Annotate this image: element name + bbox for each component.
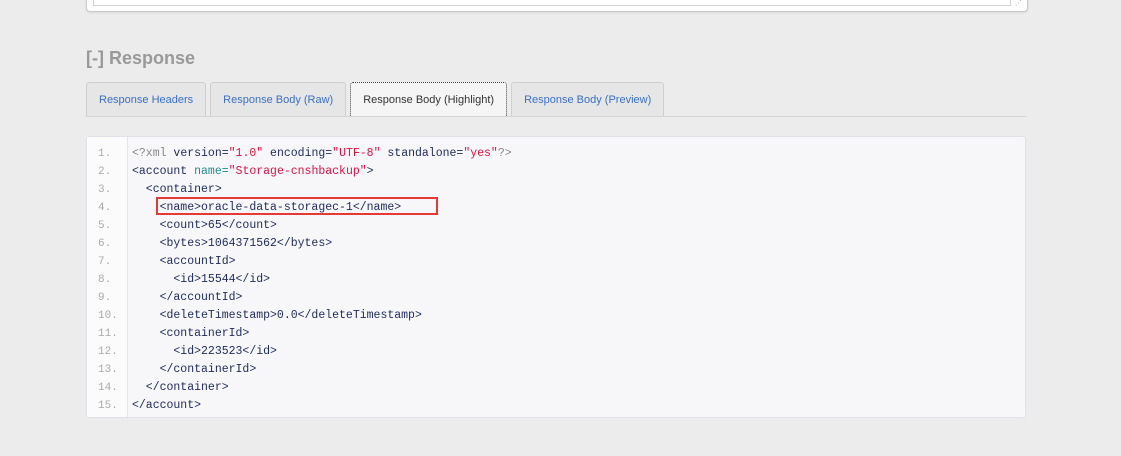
top-panel: ⋰ <box>86 0 1028 12</box>
xml-tag: > <box>366 165 374 178</box>
line-number: 9. <box>98 292 112 304</box>
xml-declaration-open: <?xml <box>132 147 167 160</box>
line-number: 3. <box>98 184 112 196</box>
xml-string: "yes" <box>463 147 498 160</box>
response-tabs: Response Headers Response Body (Raw) Res… <box>86 82 665 116</box>
code-line-13: </containerId> <box>132 363 257 376</box>
code-line-1: <?xml version="1.0" encoding="UTF-8" sta… <box>132 145 1025 163</box>
code-line-7: <accountId> <box>132 255 236 268</box>
line-number: 14. <box>98 382 118 394</box>
code-line-5: <count>65</count> <box>132 219 277 232</box>
response-heading: [-] Response <box>86 48 195 69</box>
xml-attr: encoding= <box>263 147 333 160</box>
code-line-10: <deleteTimestamp>0.0</deleteTimestamp> <box>132 309 422 322</box>
code-line-4: <name>oracle-data-storagec-1</name> <box>132 201 402 214</box>
line-number: 10. <box>98 310 118 322</box>
code-line-9: </accountId> <box>132 291 243 304</box>
line-number: 5. <box>98 220 112 232</box>
line-number: 12. <box>98 346 118 358</box>
tab-response-body-raw[interactable]: Response Body (Raw) <box>210 82 347 116</box>
code-line-14: </container> <box>132 381 229 394</box>
section-title: Response <box>109 48 196 68</box>
line-number-gutter: 1. 2. 3. 4. 5. 6. 7. 8. 9. 10. 11. 12. 1… <box>87 137 128 417</box>
line-number: 7. <box>98 256 112 268</box>
line-number: 13. <box>98 364 118 376</box>
line-number: 6. <box>98 238 112 250</box>
xml-attr: standalone= <box>380 147 464 160</box>
line-number: 4. <box>98 202 112 214</box>
top-textarea[interactable] <box>93 0 1011 6</box>
line-number: 8. <box>98 274 112 286</box>
code-line-15: </account> <box>132 399 202 412</box>
code-line-11: <containerId> <box>132 327 250 340</box>
line-number: 2. <box>98 166 112 178</box>
xml-declaration-close: ?> <box>497 147 512 160</box>
collapse-toggle[interactable]: [-] <box>86 48 104 68</box>
line-number: 11. <box>98 328 118 340</box>
code-line-6: <bytes>1064371562</bytes> <box>132 237 333 250</box>
code-line-3: <container> <box>132 183 222 196</box>
line-number: 1. <box>98 148 112 160</box>
tab-response-body-preview[interactable]: Response Body (Preview) <box>511 82 665 116</box>
tab-response-body-highlight[interactable]: Response Body (Highlight) <box>350 82 508 116</box>
xml-code: <?xml version="1.0" encoding="UTF-8" sta… <box>128 137 1025 417</box>
xml-string: "UTF-8" <box>332 147 381 160</box>
xml-attr-name: name= <box>194 165 229 178</box>
xml-string: "Storage-cnshbackup" <box>228 165 367 178</box>
line-number: 15. <box>98 400 118 412</box>
tab-divider <box>86 116 1026 117</box>
code-panel: 1. 2. 3. 4. 5. 6. 7. 8. 9. 10. 11. 12. 1… <box>86 136 1026 418</box>
code-line-2: <account name="Storage-cnshbackup"> <box>132 163 1025 181</box>
xml-attr: version= <box>166 147 229 160</box>
tab-response-headers[interactable]: Response Headers <box>86 82 207 116</box>
code-line-12: <id>223523</id> <box>132 345 277 358</box>
xml-string: "1.0" <box>228 147 264 160</box>
code-line-8: <id>15544</id> <box>132 273 271 286</box>
resize-handle-icon[interactable]: ⋰ <box>1015 0 1023 8</box>
xml-tag: <account <box>132 165 195 178</box>
